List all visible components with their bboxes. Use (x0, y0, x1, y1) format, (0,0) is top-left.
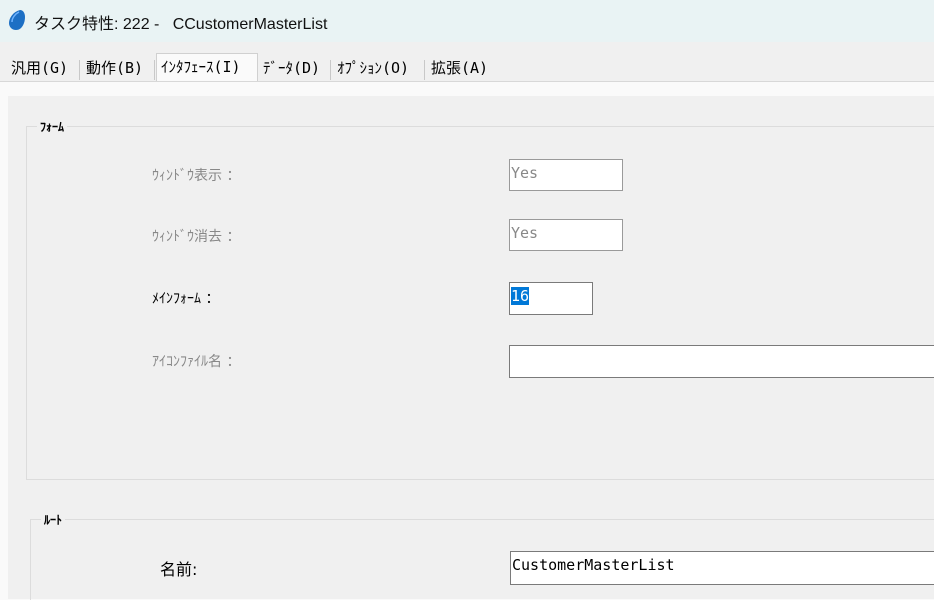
app-icon (9, 10, 25, 30)
route-group-title: ﾙｰﾄ (41, 511, 66, 528)
window-open-label: ｳｨﾝﾄﾞｳ表示 ： (152, 168, 241, 184)
icon-file-field[interactable] (509, 345, 934, 378)
window-open-field: Yes (509, 159, 623, 191)
window-close-label: ｳｨﾝﾄﾞｳ消去 ： (152, 229, 241, 245)
tab-divider (154, 60, 155, 80)
tab-interface[interactable]: ｲﾝﾀﾌｪｰｽ(I) (156, 53, 258, 82)
tab-behavior[interactable]: 動作(B) (82, 57, 147, 81)
selected-text: 16 (511, 287, 530, 305)
tab-divider (330, 60, 331, 80)
tab-divider (424, 60, 425, 80)
window-title: タスク特性: 222 - CCustomerMasterList (34, 16, 328, 33)
tab-data[interactable]: ﾃﾞｰﾀ(D) (259, 57, 324, 81)
tab-options[interactable]: ｵﾌﾟｼｮﾝ(O) (333, 57, 413, 81)
tab-extension[interactable]: 拡張(A) (427, 57, 492, 81)
main-form-field[interactable]: 16 (509, 282, 593, 315)
title-bar: タスク特性: 222 - CCustomerMasterList (0, 0, 934, 42)
icon-file-label: ｱｲｺﾝﾌｧｲﾙ名 ： (152, 354, 241, 370)
main-form-label: ﾒｲﾝﾌｫｰﾑ ： (152, 291, 220, 307)
window-close-field: Yes (509, 219, 623, 251)
tab-general[interactable]: 汎用(G) (7, 57, 72, 81)
form-group-title: ﾌｫｰﾑ (37, 118, 68, 135)
route-name-field[interactable]: CustomerMasterList (510, 551, 934, 585)
tab-divider (79, 60, 80, 80)
route-name-label: 名前: (160, 560, 198, 579)
